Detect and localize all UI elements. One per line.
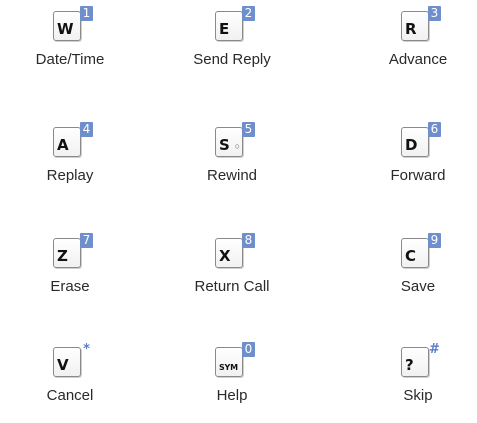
key-d: D 6 <box>401 122 441 163</box>
key-face: S ○ <box>215 127 243 157</box>
key-face: A <box>53 127 81 157</box>
key-c: C 9 <box>401 233 441 274</box>
key-s: S ○ 5 <box>215 122 255 163</box>
key-function-label: Forward <box>390 167 446 184</box>
cell-skip: ? # Skip <box>343 342 477 423</box>
key-r: R 3 <box>401 6 441 47</box>
key-function-label: Return Call <box>194 278 270 295</box>
key-number-badge: 3 <box>428 6 441 21</box>
key-function-label: Advance <box>388 51 448 68</box>
key-face: C <box>401 238 429 268</box>
key-face: SYM <box>215 347 243 377</box>
key-face: E <box>215 11 243 41</box>
key-function-label: Erase <box>50 278 90 295</box>
key-face: D <box>401 127 429 157</box>
key-letter: V <box>57 356 69 374</box>
cell-save: C 9 Save <box>343 233 477 314</box>
key-letter: C <box>405 247 417 265</box>
cell-send-reply: E 2 Send Reply <box>157 6 307 87</box>
key-face: V <box>53 347 81 377</box>
key-question: ? # <box>401 342 441 383</box>
key-sym: SYM 0 <box>215 342 255 383</box>
key-number-badge: 6 <box>428 122 441 137</box>
cell-cancel: V * Cancel <box>0 342 145 423</box>
key-function-label: Help <box>216 387 248 404</box>
asterisk-badge: * <box>83 342 90 357</box>
cell-help: SYM 0 Help <box>157 342 307 423</box>
key-function-label: Date/Time <box>35 51 105 68</box>
key-x: X 8 <box>215 233 255 274</box>
cell-rewind: S ○ 5 Rewind <box>157 122 307 203</box>
key-number-badge: 9 <box>428 233 441 248</box>
key-face: W <box>53 11 81 41</box>
cell-replay: A 4 Replay <box>0 122 145 203</box>
key-e: E 2 <box>215 6 255 47</box>
cell-forward: D 6 Forward <box>343 122 477 203</box>
key-function-label: Cancel <box>46 387 94 404</box>
key-number-badge: 2 <box>242 6 255 21</box>
key-face: Z <box>53 238 81 268</box>
key-face: R <box>401 11 429 41</box>
keypad-legend-grid: W 1 Date/Time E 2 Send Reply R 3 Advance… <box>0 0 477 414</box>
key-letter: SYM <box>219 363 238 372</box>
key-function-label: Save <box>400 278 436 295</box>
key-function-label: Replay <box>46 167 94 184</box>
key-function-label: Skip <box>403 387 433 404</box>
circle-glyph-icon: ○ <box>234 141 240 151</box>
key-letter: E <box>219 20 230 38</box>
key-letter: A <box>57 136 69 154</box>
key-letter: X <box>219 247 231 265</box>
hash-badge: # <box>429 342 440 357</box>
key-letter: D <box>405 136 418 154</box>
key-number-badge: 0 <box>242 342 255 357</box>
key-letter: S <box>219 136 230 154</box>
key-number-badge: 7 <box>80 233 93 248</box>
cell-erase: Z 7 Erase <box>0 233 145 314</box>
cell-return-call: X 8 Return Call <box>157 233 307 314</box>
key-function-label: Send Reply <box>193 51 271 68</box>
key-letter: Z <box>57 247 68 265</box>
key-number-badge: 5 <box>242 122 255 137</box>
key-number-badge: 8 <box>242 233 255 248</box>
key-letter: ? <box>405 356 414 374</box>
key-z: Z 7 <box>53 233 93 274</box>
key-number-badge: 4 <box>80 122 93 137</box>
key-letter: W <box>57 20 74 38</box>
key-v: V * <box>53 342 93 383</box>
key-face: ? <box>401 347 429 377</box>
key-number-badge: 1 <box>80 6 93 21</box>
key-w: W 1 <box>53 6 93 47</box>
cell-advance: R 3 Advance <box>343 6 477 87</box>
key-letter: R <box>405 20 417 38</box>
key-a: A 4 <box>53 122 93 163</box>
key-function-label: Rewind <box>206 167 258 184</box>
cell-date-time: W 1 Date/Time <box>0 6 145 87</box>
key-face: X <box>215 238 243 268</box>
